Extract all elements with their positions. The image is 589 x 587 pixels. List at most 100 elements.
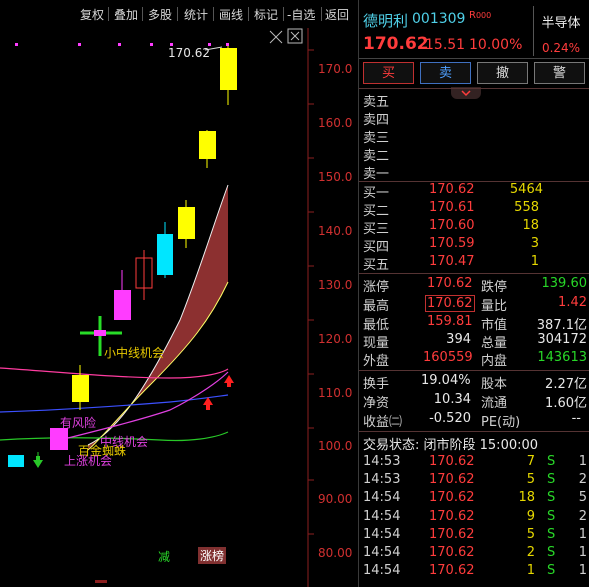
total-volume-label: 总量 — [481, 336, 508, 351]
overlay-button[interactable]: 叠加 — [114, 6, 138, 23]
bid-volume: 3 — [530, 236, 539, 251]
draw-line-button[interactable]: 画线 — [219, 6, 243, 23]
tick-row: 14:54 170.62 9 S 2 — [363, 509, 587, 527]
high-label: 最高 — [363, 299, 390, 314]
alert-button[interactable]: 警 — [534, 62, 585, 84]
bid-label: 买五 — [363, 258, 390, 273]
stat-row: 净资 10.34 流通 1.60亿 — [363, 392, 587, 411]
candles — [8, 46, 237, 467]
tick-count: 1 — [578, 454, 587, 469]
ask-label: 卖三 — [363, 131, 390, 146]
quote-panel: 德明利 001309 R000 半导体 0.24% 170.62 15.51 1… — [358, 0, 589, 587]
signal-label-xiaozhong: 小中线机会 — [104, 346, 165, 360]
tick-price: 170.62 — [429, 490, 475, 505]
tick-time: 14:53 — [363, 472, 401, 487]
stat-row: 外盘 160559 内盘 143613 — [363, 350, 587, 369]
tick-side: S — [547, 472, 556, 487]
axis-tick-label: 100.0 — [318, 439, 353, 453]
divider — [213, 7, 214, 21]
sector-box[interactable]: 半导体 0.24% — [533, 6, 588, 56]
limit-down-value: 139.60 — [541, 276, 588, 291]
ask-label: 卖五 — [363, 95, 390, 110]
remove-watchlist-button[interactable]: -自选 — [287, 6, 315, 23]
close-icon[interactable] — [287, 28, 303, 44]
current-volume-value: 394 — [446, 332, 471, 347]
stat-row: 换手 19.04% 股本 2.27亿 — [363, 373, 587, 392]
tick-count: 1 — [578, 563, 587, 578]
chart-settings-icon[interactable] — [269, 30, 283, 44]
bid-volume: 558 — [514, 200, 539, 215]
chart-toolbar: 复权 叠加 多股 统计 画线 标记 -自选 返回 — [0, 0, 358, 28]
fuquan-button[interactable]: 复权 — [80, 6, 104, 23]
bid-row[interactable]: 买二 170.61 558 — [363, 200, 539, 219]
up-arrow-icon — [224, 375, 234, 387]
ask-label: 卖四 — [363, 113, 390, 128]
tick-volume: 7 — [526, 454, 535, 469]
tick-row: 14:54 170.62 1 S 1 — [363, 563, 587, 581]
stock-tag-sub: 000 — [475, 11, 492, 20]
tick-side: S — [547, 563, 556, 578]
tick-count: 1 — [578, 527, 587, 542]
bid-row[interactable]: 买一 170.62 5464 — [363, 182, 543, 201]
tick-side: S — [547, 490, 556, 505]
tick-time: 14:54 — [363, 563, 401, 578]
ask-label: 卖一 — [363, 167, 390, 182]
bid-row[interactable]: 买四 170.59 3 — [363, 236, 539, 255]
tick-row: 14:53 170.62 5 S 2 — [363, 472, 587, 490]
divider — [108, 7, 109, 21]
axis-tick-label: 170.0 — [318, 62, 353, 76]
sector-change: 0.24% — [541, 41, 581, 55]
tick-price: 170.62 — [429, 472, 475, 487]
bid-volume: 18 — [522, 218, 539, 233]
mark-button[interactable]: 标记 — [254, 6, 278, 23]
cancel-order-button[interactable]: 撤 — [477, 62, 528, 84]
stat-row: 涨停 170.62 跌停 139.60 — [363, 276, 588, 295]
bid-volume: 1 — [530, 254, 539, 269]
ask-row[interactable]: 卖一 — [363, 163, 390, 182]
inner-value: 143613 — [537, 350, 587, 365]
outer-label: 外盘 — [363, 354, 390, 369]
limit-up-label: 涨停 — [363, 280, 390, 295]
stat-row: 最高 170.62 量比 1.42 — [363, 295, 587, 314]
bid-row[interactable]: 买五 170.47 1 — [363, 254, 539, 273]
tick-price: 170.62 — [429, 509, 475, 524]
back-button[interactable]: 返回 — [325, 6, 349, 23]
stat-row: 现量 394 总量 304172 — [363, 332, 587, 351]
stat-row: 最低 159.81 市值 387.1亿 — [363, 314, 587, 333]
buy-button[interactable]: 买 — [363, 62, 414, 84]
price-axis: 170.0 160.0 150.0 140.0 130.0 120.0 110.… — [318, 42, 352, 580]
ma-line-pink — [0, 367, 229, 379]
tick-row: 14:54 170.62 5 S 1 — [363, 527, 587, 545]
sell-button[interactable]: 卖 — [420, 62, 471, 84]
stock-code: 001309 — [412, 11, 466, 27]
low-value: 159.81 — [427, 314, 473, 329]
divider — [177, 7, 178, 21]
ask-row[interactable]: 卖三 — [363, 127, 390, 146]
tick-side: S — [547, 454, 556, 469]
limit-down-label: 跌停 — [481, 280, 508, 295]
pe-value: -- — [571, 411, 581, 426]
ask-row[interactable]: 卖五 — [363, 91, 390, 110]
stock-tag: R000 — [469, 10, 491, 21]
axis-tick-label: 110.0 — [318, 386, 353, 400]
ask-label: 卖二 — [363, 149, 390, 164]
ask-row[interactable]: 卖四 — [363, 109, 390, 128]
chevron-down-icon — [461, 90, 471, 97]
bid-label: 买三 — [363, 222, 390, 237]
bid-row[interactable]: 买三 170.60 18 — [363, 218, 539, 237]
turnover-label: 换手 — [363, 377, 390, 392]
inner-label: 内盘 — [481, 354, 508, 369]
axis-tick-label: 80.00 — [318, 546, 353, 560]
ask-row[interactable]: 卖二 — [363, 145, 390, 164]
kline-chart[interactable]: 170.0 160.0 150.0 140.0 130.0 120.0 110.… — [0, 28, 358, 587]
multi-stock-button[interactable]: 多股 — [148, 6, 172, 23]
axis-tick-label: 120.0 — [318, 332, 353, 346]
trade-status: 交易状态: 闭市阶段 15:00:00 — [363, 438, 539, 453]
market-cap-label: 市值 — [481, 318, 508, 333]
trend-ribbon — [88, 185, 228, 450]
statistics-button[interactable]: 统计 — [184, 6, 208, 23]
volume-ratio-label: 量比 — [481, 299, 508, 314]
share-capital-value: 2.27亿 — [545, 377, 587, 392]
bid-price: 170.47 — [429, 254, 475, 269]
tick-volume: 5 — [526, 472, 535, 487]
